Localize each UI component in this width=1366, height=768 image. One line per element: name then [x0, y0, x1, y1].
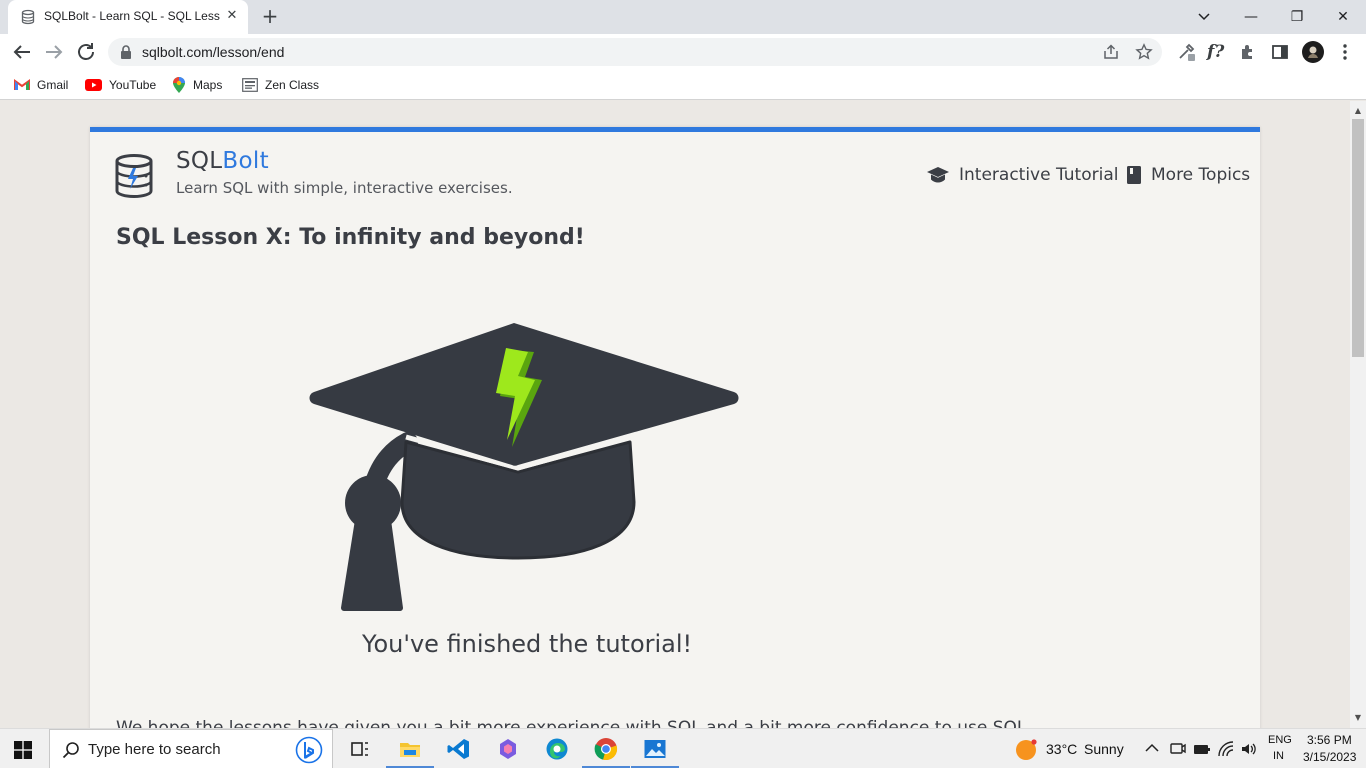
weather-condition: Sunny: [1084, 741, 1124, 757]
bookmark-label: YouTube: [109, 78, 157, 92]
windows-start-icon[interactable]: [14, 741, 32, 759]
scrollbar-thumb[interactable]: [1352, 119, 1364, 357]
zen-class-icon: [242, 78, 258, 92]
wifi-icon[interactable]: [1217, 740, 1235, 758]
copilot-icon: [500, 739, 516, 759]
gmail-icon: [14, 79, 30, 90]
chrome-app[interactable]: [582, 729, 630, 768]
fonts-ninja-extension-icon[interactable]: f?: [1207, 42, 1227, 62]
reload-icon[interactable]: [74, 40, 98, 64]
vscode-icon: [447, 739, 469, 759]
photos-icon: [644, 740, 666, 758]
search-placeholder: Type here to search: [88, 741, 221, 758]
bookmark-zen-class[interactable]: Zen Class: [242, 76, 319, 94]
chevron-up-icon[interactable]: [1145, 743, 1159, 753]
youtube-icon: [85, 79, 102, 91]
bookmark-gmail[interactable]: Gmail: [14, 76, 68, 94]
side-panel-icon[interactable]: [1270, 42, 1290, 62]
region-code[interactable]: IN: [1273, 750, 1284, 762]
chrome-menu-icon[interactable]: [1335, 42, 1355, 62]
browser-toolbar: sqlbolt.com/lesson/end f?: [0, 34, 1366, 70]
nav-more-topics[interactable]: More Topics: [1126, 165, 1250, 185]
edge-app[interactable]: [533, 729, 581, 768]
photos-app[interactable]: [631, 729, 679, 768]
sun-weather-icon[interactable]: [1015, 739, 1037, 761]
book-icon: [1127, 166, 1141, 184]
graduation-cap-icon: [927, 167, 949, 183]
tab-close-icon[interactable]: ✕: [224, 8, 240, 24]
forward-icon[interactable]: [42, 40, 66, 64]
volume-icon[interactable]: [1240, 740, 1258, 758]
finished-message: You've finished the tutorial!: [362, 630, 693, 658]
site-brand[interactable]: SQLBolt: [176, 148, 269, 174]
bookmark-star-icon[interactable]: [1135, 43, 1153, 61]
battery-icon[interactable]: [1193, 741, 1211, 757]
site-tagline: Learn SQL with simple, interactive exerc…: [176, 179, 513, 197]
eyedropper-extension-icon[interactable]: [1176, 42, 1196, 62]
nav-label: More Topics: [1151, 165, 1251, 185]
page-viewport: SQLBolt Learn SQL with simple, interacti…: [0, 101, 1350, 728]
url-text: sqlbolt.com/lesson/end: [142, 44, 285, 60]
close-window-button[interactable]: ✕: [1332, 6, 1354, 28]
bing-icon[interactable]: [295, 736, 323, 764]
tab-title: SQLBolt - Learn SQL - SQL Lesson: [44, 9, 220, 23]
vscode-app[interactable]: [435, 729, 483, 768]
page-scrollbar[interactable]: ▲ ▼: [1350, 101, 1366, 728]
bookmark-maps[interactable]: Maps: [172, 76, 222, 94]
profile-avatar[interactable]: [1301, 40, 1325, 64]
database-favicon-icon: [21, 9, 35, 25]
nav-interactive-tutorial[interactable]: Interactive Tutorial: [926, 165, 1118, 185]
search-icon: [62, 742, 79, 759]
chrome-icon: [594, 738, 618, 761]
language-code[interactable]: ENG: [1268, 734, 1292, 746]
extensions-puzzle-icon[interactable]: [1238, 42, 1258, 62]
lesson-title: SQL Lesson X: To infinity and beyond!: [116, 225, 585, 250]
minimize-button[interactable]: —: [1240, 6, 1262, 28]
bookmark-label: Zen Class: [265, 78, 320, 92]
sqlbolt-logo-icon[interactable]: [114, 154, 156, 200]
task-view-icon: [351, 742, 368, 756]
clock-time[interactable]: 3:56 PM: [1307, 733, 1352, 747]
brand-prefix: SQL: [176, 148, 223, 174]
nav-label: Interactive Tutorial: [959, 165, 1119, 185]
taskbar-search-box[interactable]: Type here to search: [49, 729, 333, 768]
browser-tab-bar: SQLBolt - Learn SQL - SQL Lesson ✕ + — ❐…: [0, 0, 1366, 34]
back-icon[interactable]: [10, 40, 34, 64]
file-explorer-icon: [400, 743, 420, 757]
address-bar[interactable]: sqlbolt.com/lesson/end: [108, 38, 1162, 66]
bookmark-youtube[interactable]: YouTube: [85, 76, 156, 94]
lesson-body-intro: We hope the lessons have given you a bit…: [116, 718, 1027, 728]
brand-suffix: Bolt: [222, 148, 269, 174]
graduation-cap-illustration: [309, 323, 739, 611]
edge-icon: [546, 738, 568, 760]
task-view-button[interactable]: [336, 729, 384, 768]
scroll-up-icon[interactable]: ▲: [1350, 103, 1366, 119]
copilot-app[interactable]: [484, 729, 532, 768]
maps-icon: [173, 76, 185, 93]
weather-temp: 33°C: [1046, 741, 1078, 757]
scroll-down-icon[interactable]: ▼: [1350, 710, 1366, 726]
clock-date[interactable]: 3/15/2023: [1303, 750, 1356, 764]
file-explorer-app[interactable]: [386, 729, 434, 768]
bookmarks-bar: Gmail YouTube Maps Zen Class: [0, 70, 1366, 100]
windows-taskbar: Type here to search 33°C Sunny ENG IN 3:…: [0, 728, 1366, 768]
content-card: SQLBolt Learn SQL with simple, interacti…: [90, 127, 1260, 728]
browser-tab[interactable]: SQLBolt - Learn SQL - SQL Lesson ✕: [8, 0, 248, 34]
bookmark-label: Maps: [193, 78, 223, 92]
share-icon[interactable]: [1102, 44, 1120, 60]
lock-icon: [121, 45, 131, 59]
tab-search-chevron-icon[interactable]: [1193, 6, 1215, 28]
bookmark-label: Gmail: [37, 78, 69, 92]
meet-now-icon[interactable]: [1170, 740, 1186, 758]
restore-button[interactable]: ❐: [1286, 6, 1308, 28]
new-tab-button[interactable]: +: [258, 5, 282, 29]
